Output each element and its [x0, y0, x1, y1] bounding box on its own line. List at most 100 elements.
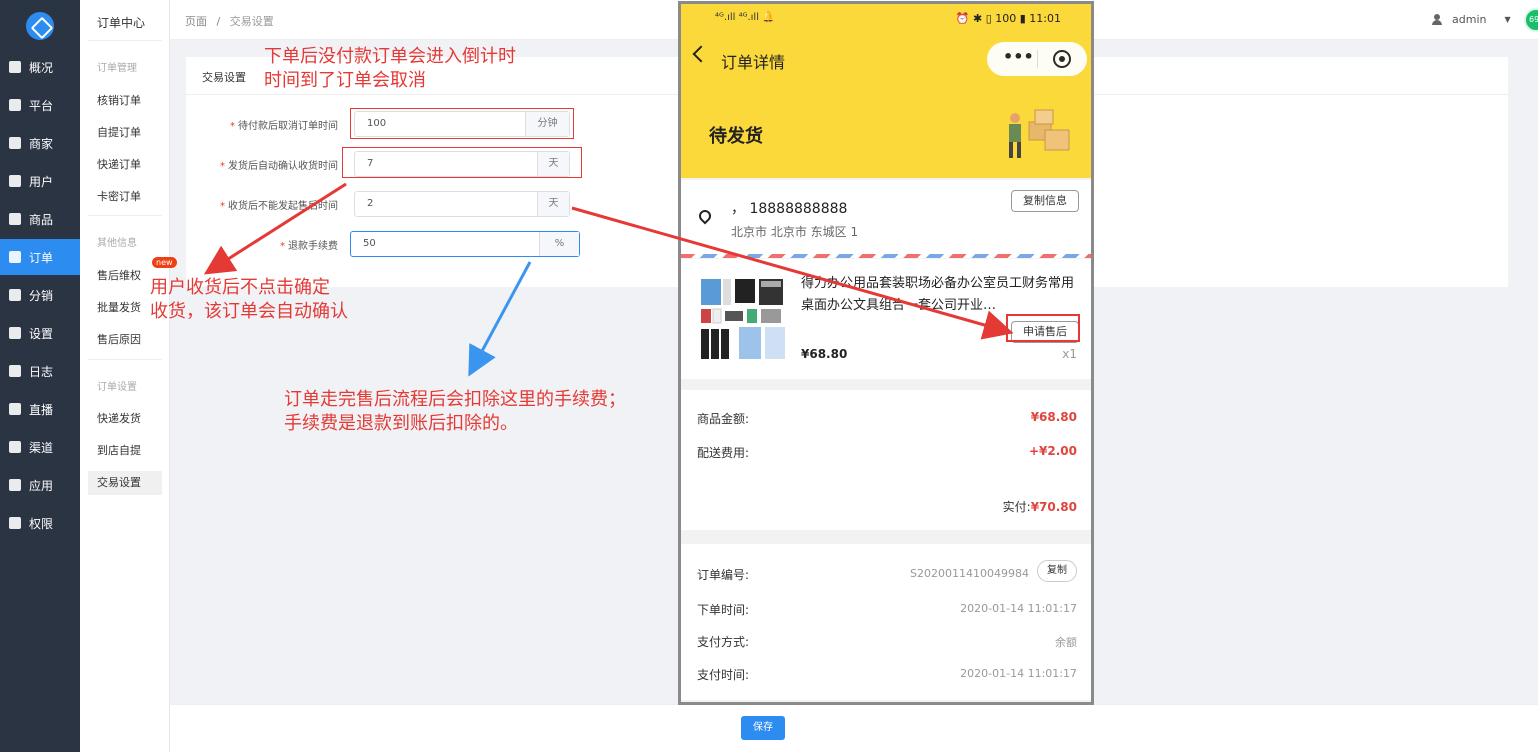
address-card: ， 18888888888 北京市 北京市 东城区 1 复制信息 — [681, 180, 1091, 256]
subnav-item[interactable]: 核销订单 — [88, 89, 162, 113]
delivery-fee-label: 配送费用: — [697, 446, 750, 460]
close-target-icon[interactable] — [1053, 50, 1071, 68]
goods-amount: ¥68.80 — [1030, 410, 1077, 424]
status-bar-right: ⏰ ✱ ▯ 100 ▮ 11:01 — [955, 12, 1061, 25]
main-nav: 概况 平台 商家 用户 商品 订单 分销 设置 日志 直播 渠道 应用 权限 — [0, 0, 80, 752]
bottom-bar — [170, 704, 1538, 752]
nav-label: 渠道 — [29, 440, 54, 455]
copy-order-no-button[interactable]: 复制 — [1037, 560, 1077, 582]
more-icon[interactable]: ••• — [1003, 47, 1034, 66]
order-time-label: 下单时间: — [697, 603, 750, 617]
monitor-icon — [9, 61, 21, 73]
order-header: ⁴ᴳ.ıll ⁴ᴳ.ıll 🔔 ⏰ ✱ ▯ 100 ▮ 11:01 订单详情 •… — [681, 4, 1091, 178]
subnav-item[interactable]: 售后原因 — [88, 328, 162, 352]
highlight-box — [1006, 314, 1080, 342]
nav-item-goods[interactable]: 商品 — [0, 201, 80, 237]
highlight-box — [342, 147, 582, 178]
receiver-phone: ， 18888888888 — [731, 201, 848, 217]
location-pin-icon — [696, 207, 714, 225]
nav-label: 概况 — [29, 60, 54, 75]
order-status: 待发货 — [709, 126, 763, 147]
delivery-boxes-icon — [1009, 109, 1070, 158]
nav-item-platform[interactable]: 平台 — [0, 87, 80, 123]
nav-item-order[interactable]: 订单 — [0, 239, 80, 275]
subnav-item[interactable]: 自提订单 — [88, 121, 162, 145]
nav-item-overview[interactable]: 概况 — [0, 49, 80, 85]
log-icon — [9, 365, 21, 377]
paid-amount: 实付:¥70.80 — [1002, 500, 1077, 514]
breadcrumb-root[interactable]: 页面 — [185, 15, 207, 28]
goods-amount-label: 商品金额: — [697, 412, 750, 426]
order-icon — [9, 251, 21, 263]
nav-label: 平台 — [29, 98, 54, 113]
amount-card: 商品金额: ¥68.80 配送费用: +¥2.00 实付:¥70.80 — [681, 390, 1091, 530]
breadcrumb-separator: / — [216, 15, 221, 28]
annotation-text: 下单后没付款订单会进入倒计时 时间到了订单会取消 — [264, 46, 516, 91]
desktop-icon — [9, 99, 21, 111]
live-icon — [9, 403, 21, 415]
order-no: S2020011410049984 — [910, 567, 1029, 580]
unit-addon: 天 — [537, 192, 569, 216]
lock-icon — [9, 517, 21, 529]
product-quantity: x1 — [1062, 347, 1077, 361]
nav-item-merchant[interactable]: 商家 — [0, 125, 80, 161]
card-title: 交易设置 — [202, 71, 246, 84]
subnav-item-label: 售后维权 — [97, 269, 141, 282]
mini-program-capsule: ••• — [987, 42, 1087, 76]
subnav-item[interactable]: 快递订单 — [88, 153, 162, 177]
nav-label: 订单 — [29, 250, 54, 265]
nav-label: 用户 — [29, 174, 54, 189]
user-icon — [9, 175, 21, 187]
nav-item-user[interactable]: 用户 — [0, 163, 80, 199]
username: admin — [1452, 13, 1487, 26]
phone-preview: ⁴ᴳ.ıll ⁴ᴳ.ıll 🔔 ⏰ ✱ ▯ 100 ▮ 11:01 订单详情 •… — [678, 1, 1094, 705]
back-icon[interactable] — [692, 45, 710, 63]
subnav-group-label: 订单设置 — [97, 382, 137, 393]
nav-item-apps[interactable]: 应用 — [0, 467, 80, 503]
nav-label: 商家 — [29, 136, 54, 151]
product-price: ¥68.80 — [801, 347, 848, 361]
product-name[interactable]: 得力办公用品套装职场必备办公室员工财务常用桌面办公文具组合一套公司开业… — [801, 273, 1079, 317]
field-label: * 待付款后取消订单时间 — [230, 121, 338, 132]
field-label: * 收货后不能发起售后时间 — [220, 201, 338, 212]
nav-item-distribution[interactable]: 分销 — [0, 277, 80, 313]
new-badge: new — [152, 257, 177, 268]
order-no-label: 订单编号: — [697, 568, 750, 582]
nav-item-permission[interactable]: 权限 — [0, 505, 80, 541]
nav-item-settings[interactable]: 设置 — [0, 315, 80, 351]
nav-item-log[interactable]: 日志 — [0, 353, 80, 389]
pay-time: 2020-01-14 11:01:17 — [960, 667, 1077, 680]
store-icon — [9, 137, 21, 149]
product-thumbnail[interactable] — [699, 275, 787, 363]
user-icon — [1432, 14, 1442, 25]
refund-fee-input[interactable]: 50% — [350, 231, 580, 257]
breadcrumb: 页面 / 交易设置 — [185, 13, 274, 29]
highlight-box — [350, 108, 574, 139]
field-aftersale-time: * 收货后不能发起售后时间 2天 — [186, 191, 606, 217]
subnav-item[interactable]: 到店自提 — [88, 439, 162, 463]
subnav-item[interactable]: 快递发货 — [88, 407, 162, 431]
order-time: 2020-01-14 11:01:17 — [960, 602, 1077, 615]
subnav-title: 订单中心 — [97, 16, 146, 30]
subnav-item[interactable]: 卡密订单 — [88, 185, 162, 209]
save-button[interactable]: 保存 — [741, 716, 785, 740]
delivery-fee: +¥2.00 — [1028, 444, 1077, 458]
divider — [88, 40, 162, 41]
logo-icon[interactable] — [26, 12, 54, 40]
envelope-stripe — [681, 254, 1091, 258]
pay-method-label: 支付方式: — [697, 635, 750, 649]
aftersale-time-input[interactable]: 2天 — [354, 191, 570, 217]
user-menu[interactable]: admin ▼ — [1432, 13, 1511, 26]
nav-item-channel[interactable]: 渠道 — [0, 429, 80, 465]
page-title: 订单详情 — [721, 53, 786, 72]
annotation-text: 订单走完售后流程后会扣除这里的手续费； 手续费是退款到账后扣除的。 — [284, 389, 626, 434]
nav-label: 应用 — [29, 478, 54, 493]
channel-icon — [9, 441, 21, 453]
nav-label: 直播 — [29, 402, 54, 417]
nav-item-live[interactable]: 直播 — [0, 391, 80, 427]
goods-icon — [9, 213, 21, 225]
divider — [88, 215, 162, 216]
copy-info-button[interactable]: 复制信息 — [1011, 190, 1079, 212]
nav-label: 商品 — [29, 212, 54, 227]
subnav-item-active[interactable]: 交易设置 — [88, 471, 162, 495]
